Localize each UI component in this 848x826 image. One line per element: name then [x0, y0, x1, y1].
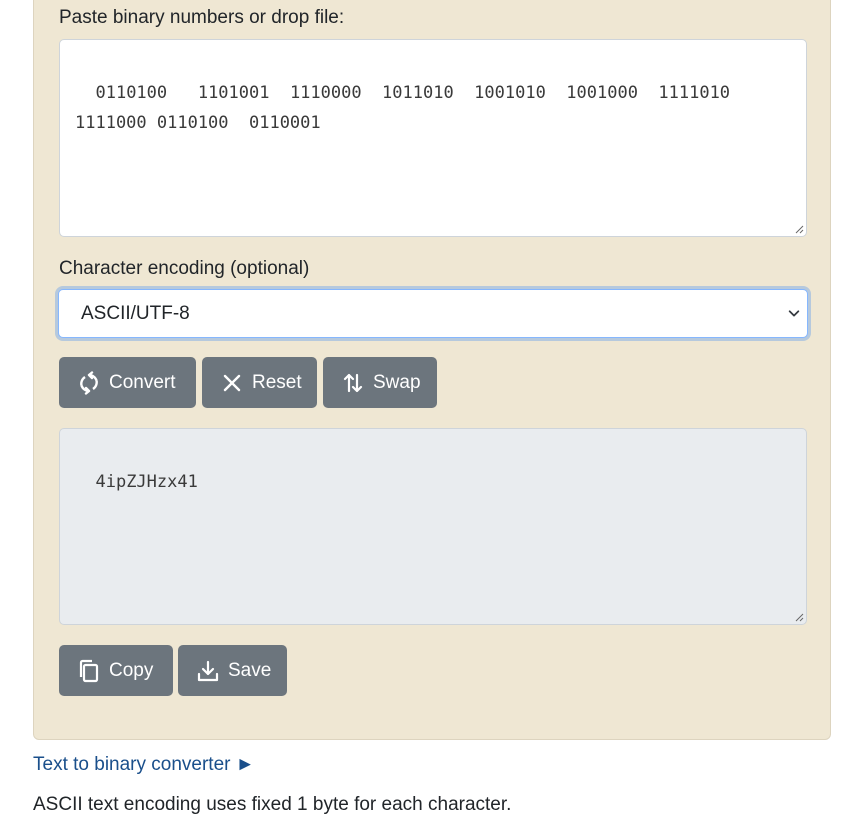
encoding-select[interactable]: ASCII/UTF-8 [58, 289, 808, 338]
resize-grip-icon[interactable] [794, 224, 804, 234]
save-label: Save [228, 659, 272, 681]
binary-input[interactable]: 0110100 1101001 1110000 1011010 1001010 … [59, 39, 807, 237]
resize-grip-icon[interactable] [794, 612, 804, 622]
encoding-label: Character encoding (optional) [59, 258, 310, 279]
text-output-value: 4ipZJHzx41 [95, 472, 198, 492]
copy-icon [77, 659, 101, 683]
reset-label: Reset [252, 371, 302, 393]
download-icon [196, 659, 220, 683]
text-output[interactable]: 4ipZJHzx41 [59, 428, 807, 625]
reset-button[interactable]: Reset [202, 357, 317, 408]
chevron-down-icon [788, 310, 800, 317]
save-button[interactable]: Save [178, 645, 287, 696]
swap-label: Swap [373, 371, 421, 393]
copy-label: Copy [109, 659, 154, 681]
copy-button[interactable]: Copy [59, 645, 173, 696]
encoding-note: ASCII text encoding uses fixed 1 byte fo… [33, 794, 512, 815]
swap-button[interactable]: Swap [323, 357, 437, 408]
right-arrow-icon: ► [235, 754, 255, 775]
text-to-binary-link[interactable]: Text to binary converter ► [33, 754, 255, 776]
binary-input-value: 0110100 1101001 1110000 1011010 1001010 … [75, 83, 731, 133]
swap-icon [341, 371, 365, 395]
refresh-icon [77, 370, 101, 395]
convert-label: Convert [109, 371, 176, 393]
convert-button[interactable]: Convert [59, 357, 196, 408]
input-label: Paste binary numbers or drop file: [59, 7, 345, 28]
encoding-selected-value: ASCII/UTF-8 [81, 303, 190, 324]
close-icon [220, 371, 244, 395]
text-to-binary-link-label: Text to binary converter [33, 754, 231, 775]
